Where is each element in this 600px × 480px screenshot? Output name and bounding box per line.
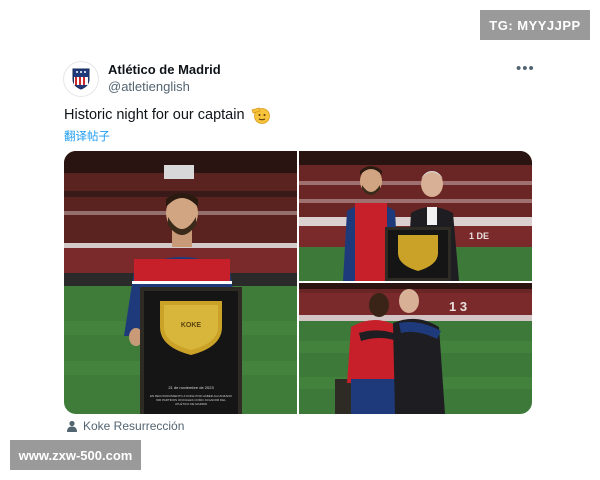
media-credit-name[interactable]: Koke Resurrección (83, 419, 184, 433)
plaque-date: 21 de noviembre de 2023 (168, 385, 214, 390)
more-options-icon[interactable]: ••• (516, 60, 535, 77)
translate-link[interactable]: 翻译帖子 (64, 128, 110, 144)
plaque-name: KOKE (181, 322, 202, 329)
atletico-crest-icon (72, 68, 90, 90)
stand-lettering: 1 DE (469, 231, 489, 241)
person-icon (67, 420, 77, 432)
media-credit[interactable]: Koke Resurrección (66, 419, 184, 433)
avatar[interactable] (64, 62, 98, 96)
stand-number: 1 3 (449, 299, 467, 314)
saluting-face-emoji (251, 107, 270, 124)
watermark-site: www.zxw-500.com (10, 440, 141, 470)
photo-hug[interactable]: 1 3 (299, 283, 532, 414)
plaque-caption: EN RECONOCIMIENTO A KOKE POR HABER ALCAN… (150, 394, 232, 406)
tweet-text-body: Historic night for our captain (64, 107, 245, 123)
watermark-tg: TG: MYYJJPP (480, 10, 590, 40)
author-handle[interactable]: @atletienglish (108, 79, 190, 94)
author-name[interactable]: Atlético de Madrid (108, 62, 221, 77)
media-grid[interactable]: KOKE 21 de noviembre de 2023 EN RECONOCI… (64, 151, 532, 414)
photo-captain-president[interactable]: 1 DE (299, 151, 532, 281)
photo-captain-plaque[interactable]: KOKE 21 de noviembre de 2023 EN RECONOCI… (64, 151, 297, 414)
tweet-text: Historic night for our captain (64, 106, 271, 124)
